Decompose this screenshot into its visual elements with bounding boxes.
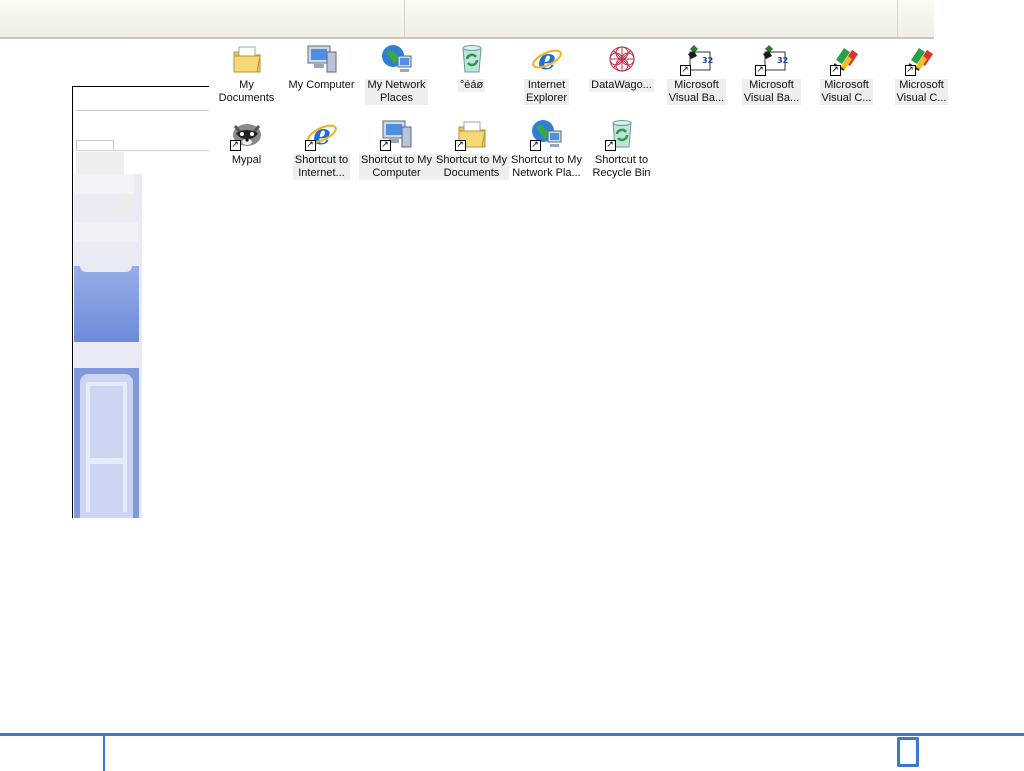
shortcut-arrow-icon: ↗ — [829, 65, 841, 76]
icon-label: My Network Places — [365, 79, 428, 105]
icon-label: DataWago... — [589, 79, 654, 92]
desktop-icon-visual-c-2[interactable]: ↗ Microsoft Visual C... — [884, 42, 959, 105]
desktop-icon-visual-basic-1[interactable]: 32 ↗ Microsoft Visual Ba... — [659, 42, 734, 105]
recycle-bin-icon — [455, 42, 489, 76]
panel-block — [76, 152, 124, 174]
panel-frame — [74, 368, 139, 518]
toolbar-separator — [404, 0, 405, 37]
desktop-icon-shortcut-my-documents[interactable]: ↗ Shortcut to My Documents — [434, 117, 509, 180]
panel-divider — [76, 110, 209, 111]
shortcut-arrow-icon: ↗ — [454, 140, 466, 151]
panel-divider — [76, 150, 209, 151]
my-network-places-icon: ↗ — [529, 117, 564, 151]
desktop-icon-visual-c-1[interactable]: ↗ Microsoft Visual C... — [809, 42, 884, 105]
desktop-icon-visual-basic-2[interactable]: 32 ↗ Microsoft Visual Ba... — [734, 42, 809, 105]
visual-c-icon: ↗ — [904, 42, 939, 76]
shortcut-arrow-icon: ↗ — [229, 140, 241, 151]
panel-border — [73, 86, 209, 87]
shortcut-arrow-icon: ↗ — [754, 65, 766, 76]
svg-text:32: 32 — [777, 56, 788, 65]
recycle-bin-icon: ↗ — [604, 117, 639, 151]
icon-label: Internet Explorer — [524, 79, 569, 105]
datawagon-icon — [605, 42, 639, 76]
my-documents-icon: ↗ — [454, 117, 489, 151]
partial-window-panel — [72, 86, 209, 518]
internet-explorer-icon: e ↗ — [304, 117, 339, 151]
desktop-icon-mypal[interactable]: ↗ Mypal — [209, 117, 284, 167]
icon-label: My Computer — [288, 79, 355, 91]
toolbar-separator — [897, 0, 898, 37]
top-toolbar — [0, 0, 934, 39]
shortcut-arrow-icon: ↗ — [679, 65, 691, 76]
icon-label: Shortcut to Recycle Bin — [592, 154, 651, 179]
start-button-separator — [103, 736, 105, 771]
tray-window-icon[interactable] — [897, 737, 919, 767]
shortcut-arrow-icon: ↗ — [529, 140, 541, 151]
desktop-icon-datawagon[interactable]: DataWago... — [584, 42, 659, 92]
icon-label: Shortcut to Internet... — [292, 154, 351, 180]
icon-label: My Documents — [218, 79, 275, 104]
my-network-places-icon — [380, 42, 414, 76]
icon-label: Microsoft Visual Ba... — [741, 79, 802, 105]
svg-text:32: 32 — [702, 56, 713, 65]
visual-basic-icon: 32 ↗ — [754, 42, 789, 76]
svg-text:e: e — [538, 43, 556, 76]
desktop-icon-shortcut-my-computer[interactable]: ↗ Shortcut to My Computer — [359, 117, 434, 180]
icon-label: Microsoft Visual C... — [819, 79, 874, 105]
desktop-icon-my-computer[interactable]: My Computer — [284, 42, 359, 92]
shortcut-arrow-icon: ↗ — [904, 65, 916, 76]
my-computer-icon — [305, 42, 339, 76]
my-computer-icon: ↗ — [379, 117, 414, 151]
panel-blue-block — [74, 266, 139, 342]
shortcut-arrow-icon: ↗ — [304, 140, 316, 151]
shortcut-arrow-icon: ↗ — [604, 140, 616, 151]
taskbar — [0, 733, 1024, 771]
icon-label: Microsoft Visual Ba... — [666, 79, 727, 105]
desktop-icon-shortcut-recycle-bin[interactable]: ↗ Shortcut to Recycle Bin — [584, 117, 659, 180]
icon-label: Shortcut to My Documents — [434, 154, 509, 180]
icon-label: °éáø — [457, 79, 486, 92]
icon-label: Shortcut to My Network Pla... — [511, 154, 582, 179]
my-documents-icon — [230, 42, 264, 76]
visual-basic-icon: 32 ↗ — [679, 42, 714, 76]
desktop-icon-my-documents[interactable]: My Documents — [209, 42, 284, 105]
icon-label: Shortcut to My Computer — [359, 154, 434, 180]
mypal-icon: ↗ — [229, 117, 264, 151]
shortcut-arrow-icon: ↗ — [379, 140, 391, 151]
desktop-icon-my-network-places[interactable]: My Network Places — [359, 42, 434, 105]
internet-explorer-icon: e — [530, 42, 564, 76]
desktop-icon-recycle-bin[interactable]: °éáø — [434, 42, 509, 92]
desktop-icon-shortcut-network-places[interactable]: ↗ Shortcut to My Network Pla... — [509, 117, 584, 180]
icon-label: Microsoft Visual C... — [894, 79, 949, 105]
icon-label: Mypal — [231, 154, 262, 166]
visual-c-icon: ↗ — [829, 42, 864, 76]
desktop-icon-shortcut-internet[interactable]: e ↗ Shortcut to Internet... — [284, 117, 359, 180]
desktop-icon-internet-explorer[interactable]: e Internet Explorer — [509, 42, 584, 105]
